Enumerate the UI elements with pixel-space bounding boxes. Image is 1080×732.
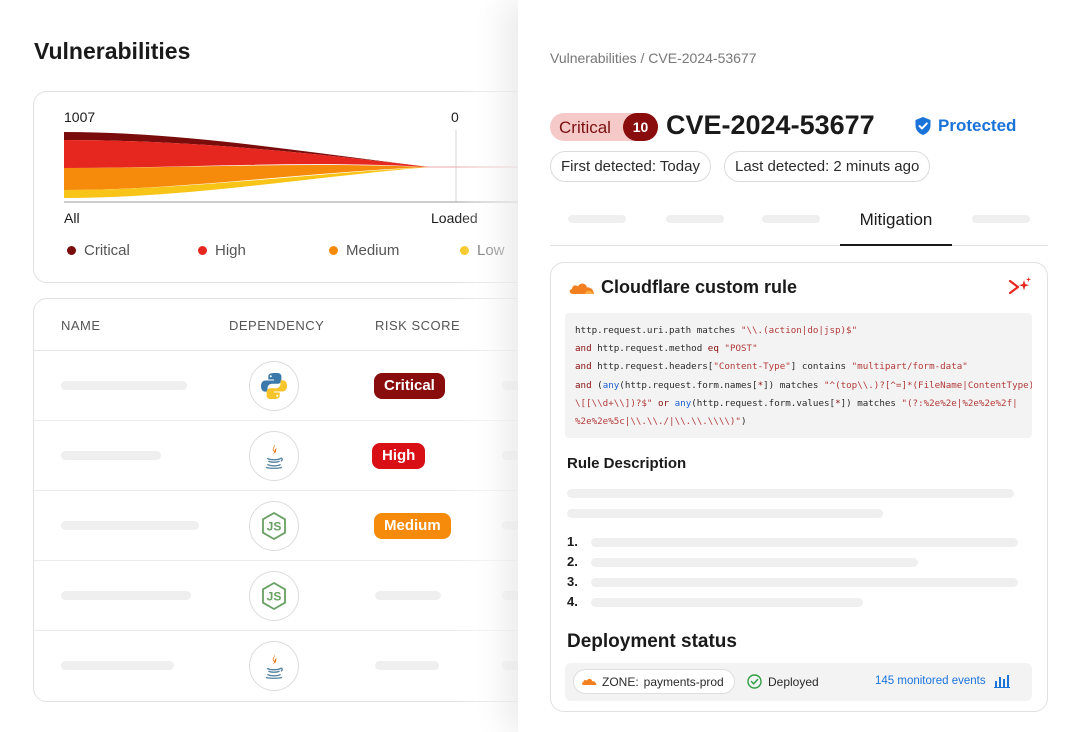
table-row[interactable]: JS <box>34 561 552 631</box>
step-number: 1. <box>567 534 578 549</box>
step-placeholder <box>591 558 918 567</box>
page-title: Vulnerabilities <box>34 38 191 64</box>
description-placeholder <box>567 509 883 518</box>
svg-text:JS: JS <box>267 590 282 604</box>
first-detected-chip: First detected: Today <box>550 151 711 182</box>
funnel-chart-svg: 1007 0 All Loaded <box>64 109 552 226</box>
name-placeholder <box>61 381 187 390</box>
legend-dot-icon <box>198 246 207 255</box>
zone-label: ZONE: <box>602 674 639 689</box>
legend-dot-icon <box>329 246 338 255</box>
nodejs-icon: JS <box>249 571 299 621</box>
column-header-name[interactable]: NAME <box>61 318 101 333</box>
nodejs-icon: JS <box>249 501 299 551</box>
column-header-dependency[interactable]: DEPENDENCY <box>229 318 324 333</box>
bar-chart-icon[interactable] <box>993 674 1010 688</box>
table-header: NAME DEPENDENCY RISK SCORE <box>34 299 552 351</box>
severity-score: 10 <box>623 113 658 141</box>
x-end-label: Loaded <box>431 210 478 226</box>
deployed-label: Deployed <box>768 674 819 689</box>
rule-expression-code[interactable]: http.request.uri.path matches "\\.(actio… <box>565 313 1032 438</box>
legend-dot-icon <box>67 246 76 255</box>
risk-badge-high: High <box>372 443 426 469</box>
vulnerabilities-panel: Vulnerabilities 1007 0 All Loaded Critic… <box>0 0 560 732</box>
protected-status: Protected <box>914 116 1016 136</box>
risk-placeholder <box>375 661 439 670</box>
python-icon <box>249 361 299 411</box>
severity-label: Critical <box>559 118 611 137</box>
zone-value: payments-prod <box>643 674 724 689</box>
min-label: 0 <box>451 109 459 125</box>
step-number: 3. <box>567 574 578 589</box>
breadcrumb[interactable]: Vulnerabilities / CVE-2024-53677 <box>550 50 757 66</box>
custom-rule-card: Cloudflare custom rule http.request.uri.… <box>550 262 1048 712</box>
detail-tabs: Mitigation <box>550 200 1048 246</box>
table-row[interactable]: JS Medium <box>34 491 552 561</box>
monitored-events-label[interactable]: 145 monitored events <box>875 675 986 687</box>
step-placeholder <box>591 598 863 607</box>
deployment-status-heading: Deployment status <box>567 631 737 652</box>
tab-placeholder[interactable] <box>666 215 724 223</box>
risk-placeholder <box>375 591 441 600</box>
protected-label: Protected <box>938 116 1017 135</box>
legend-item-low: Low <box>460 242 505 259</box>
step-placeholder <box>591 538 1018 547</box>
tab-placeholder[interactable] <box>568 215 626 223</box>
ai-sparkle-icon[interactable] <box>1008 276 1032 298</box>
monitored-events-link[interactable]: 145 monitored events <box>875 674 1010 688</box>
rule-description-heading: Rule Description <box>567 455 687 472</box>
name-placeholder <box>61 661 174 670</box>
vulnerability-funnel-chart: 1007 0 All Loaded Critical High Medium L… <box>33 91 553 283</box>
legend-item-medium: Medium <box>329 242 399 259</box>
svg-text:JS: JS <box>267 520 282 534</box>
tab-mitigation[interactable]: Mitigation <box>840 200 952 246</box>
cve-detail-panel: Vulnerabilities / CVE-2024-53677 Critica… <box>518 0 1080 732</box>
step-placeholder <box>591 578 1018 587</box>
cloudflare-icon <box>581 678 597 686</box>
name-placeholder <box>61 591 191 600</box>
legend-item-critical: Critical <box>67 242 130 259</box>
risk-badge-critical: Critical <box>374 373 445 399</box>
name-placeholder <box>61 451 161 460</box>
cve-title: CVE-2024-53677 <box>666 110 875 140</box>
shield-check-icon <box>915 117 931 135</box>
table-row[interactable]: Critical <box>34 351 552 421</box>
java-icon <box>249 431 299 481</box>
vulnerabilities-table: NAME DEPENDENCY RISK SCORE Critical High… <box>33 298 553 702</box>
legend-item-high: High <box>198 242 246 259</box>
cloudflare-icon <box>569 283 594 294</box>
check-circle-icon <box>747 674 762 689</box>
tab-placeholder[interactable] <box>762 215 820 223</box>
description-placeholder <box>567 489 1014 498</box>
deployment-status-bar: ZONE: payments-prod Deployed 145 monitor… <box>565 663 1032 701</box>
risk-badge-medium: Medium <box>374 513 451 539</box>
table-row[interactable]: High <box>34 421 552 491</box>
legend-dot-icon <box>460 246 469 255</box>
rule-title: Cloudflare custom rule <box>601 277 798 297</box>
x-start-label: All <box>64 210 80 226</box>
name-placeholder <box>61 521 199 530</box>
tab-placeholder[interactable] <box>972 215 1030 223</box>
last-detected-chip: Last detected: 2 minuts ago <box>724 151 931 182</box>
chart-legend: Critical High Medium Low <box>34 242 552 266</box>
step-number: 2. <box>567 554 578 569</box>
java-icon <box>249 641 299 691</box>
step-number: 4. <box>567 594 578 609</box>
max-label: 1007 <box>64 109 95 125</box>
severity-badge: Critical 10 <box>550 113 658 141</box>
table-row[interactable] <box>34 631 552 701</box>
deployed-status: Deployed <box>747 674 819 689</box>
column-header-risk-score[interactable]: RISK SCORE <box>375 318 460 333</box>
zone-chip[interactable]: ZONE: payments-prod <box>573 669 735 694</box>
